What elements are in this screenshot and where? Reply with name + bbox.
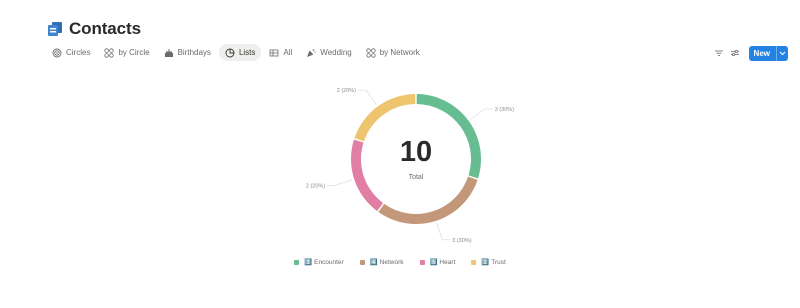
party-icon <box>306 48 316 58</box>
donut-chart: 3 (30%) 3 (30%) 2 (20%) 2 (20%) 10 Total <box>0 70 800 270</box>
chart-total-label: Total <box>408 174 424 181</box>
tab-circles[interactable]: Circles <box>46 44 96 61</box>
legend-swatch <box>471 259 477 265</box>
tab-label: Wedding <box>320 48 352 57</box>
slice-value-label: 3 (30%) <box>452 238 471 244</box>
legend-item-network[interactable]: 4️⃣ Network <box>359 258 404 266</box>
tab-label: All <box>283 48 293 57</box>
slice-leader-line <box>358 89 377 105</box>
sliders-icon[interactable] <box>729 47 741 59</box>
donut-slice-trust[interactable] <box>354 94 416 142</box>
donut-slice-network[interactable] <box>378 176 478 224</box>
tab-by-circle[interactable]: by Circle <box>98 44 155 61</box>
new-button-label: New <box>753 48 770 58</box>
tab-label: Lists <box>238 48 256 57</box>
slice-leader-line <box>327 179 353 186</box>
chart-legend: 3️⃣ Encounter 4️⃣ Network 5️⃣ Heart 2️⃣ … <box>0 256 800 268</box>
legend-item-trust[interactable]: 2️⃣ Trust <box>471 258 506 266</box>
tab-by-network[interactable]: by Network <box>360 44 426 61</box>
view-toolbar: New <box>713 45 788 61</box>
grid-circles-icon <box>104 47 115 58</box>
slice-value-label: 2 (20%) <box>337 88 356 94</box>
cake-icon <box>164 48 174 58</box>
legend-item-heart[interactable]: 5️⃣ Heart <box>419 258 456 266</box>
legend-prefix: 5️⃣ <box>429 259 438 266</box>
target-icon <box>52 48 62 58</box>
filter-icon[interactable] <box>713 47 725 59</box>
tab-lists[interactable]: Lists <box>218 44 262 61</box>
legend-label: Trust <box>491 258 506 266</box>
legend-prefix: 4️⃣ <box>369 259 378 266</box>
legend-swatch <box>359 259 365 265</box>
tab-all[interactable]: All <box>263 44 298 61</box>
legend-swatch <box>294 259 300 265</box>
legend-swatch <box>419 259 425 265</box>
tab-label: by Circle <box>118 48 150 57</box>
legend-item-encounter[interactable]: 3️⃣ Encounter <box>294 258 344 266</box>
chart-total-value: 10 <box>399 136 433 168</box>
tab-label: Birthdays <box>177 48 211 57</box>
table-icon <box>269 48 279 58</box>
view-tabs: Circles by Circle Birthdays Lists All We… <box>46 44 428 61</box>
legend-label: Encounter <box>314 258 344 266</box>
new-button[interactable]: New <box>748 45 788 61</box>
page-title: Contacts <box>69 19 141 38</box>
slice-leader-line <box>436 222 451 241</box>
chevron-down-icon[interactable] <box>776 45 788 61</box>
legend-prefix: 3️⃣ <box>304 259 313 266</box>
tab-label: by Network <box>379 48 420 57</box>
tab-wedding[interactable]: Wedding <box>300 44 357 61</box>
slice-leader-line <box>470 108 493 120</box>
contacts-book-icon <box>47 21 63 37</box>
page-header: Contacts <box>47 17 141 41</box>
tab-label: Circles <box>66 48 91 57</box>
pie-chart-icon <box>225 48 235 58</box>
tab-birthdays[interactable]: Birthdays <box>158 44 217 61</box>
legend-label: Heart <box>439 258 456 266</box>
grid-circles-icon <box>366 47 376 58</box>
slice-value-label: 2 (20%) <box>306 183 325 189</box>
donut-chart-svg: 3 (30%) 3 (30%) 2 (20%) 2 (20%) <box>306 88 514 244</box>
legend-prefix: 2️⃣ <box>481 259 490 266</box>
slice-value-label: 3 (30%) <box>495 107 514 113</box>
legend-label: Network <box>379 258 404 266</box>
